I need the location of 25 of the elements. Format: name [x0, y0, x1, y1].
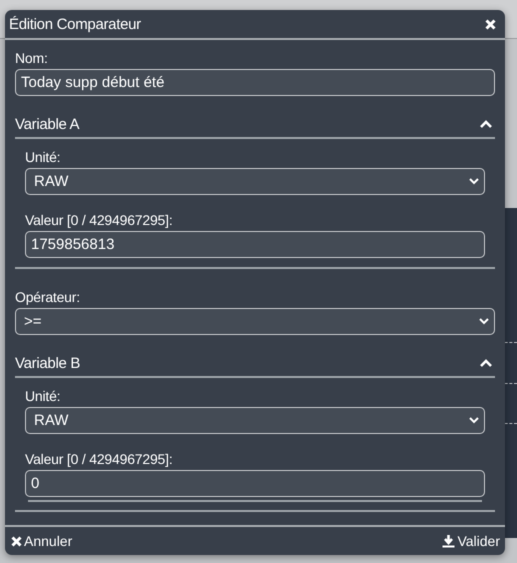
value-input[interactable]: 1759856813 — [25, 231, 485, 258]
chevron-down-icon — [469, 178, 479, 185]
close-icon[interactable] — [485, 18, 496, 30]
section-title: Variable B — [15, 354, 80, 372]
value-input[interactable]: 0 — [25, 470, 485, 497]
section-title: Variable A — [15, 116, 80, 132]
chevron-down-icon — [469, 417, 479, 424]
field-label: Unité: — [25, 388, 62, 404]
operator-select[interactable]: >= — [15, 308, 495, 335]
field-label: Nom: — [15, 50, 49, 66]
download-icon — [442, 534, 456, 548]
cancel-button[interactable]: Annuler — [11, 533, 72, 549]
chevron-up-icon[interactable] — [480, 120, 492, 128]
name-input[interactable]: Today supp début été — [15, 69, 495, 96]
field-label: Valeur [0 / 4294967295]: — [25, 212, 174, 228]
chevron-up-icon[interactable] — [480, 359, 492, 367]
close-icon — [11, 536, 22, 546]
field-label: Opérateur: — [15, 289, 81, 305]
dialog-title: Édition Comparateur — [9, 16, 141, 32]
unit-select[interactable]: RAW — [25, 168, 485, 195]
chevron-down-icon — [479, 318, 489, 325]
unit-select[interactable]: RAW — [25, 407, 485, 434]
field-label: Valeur [0 / 4294967295]: — [25, 451, 174, 467]
field-label: Unité: — [25, 149, 62, 165]
confirm-button[interactable]: Valider — [442, 533, 500, 549]
